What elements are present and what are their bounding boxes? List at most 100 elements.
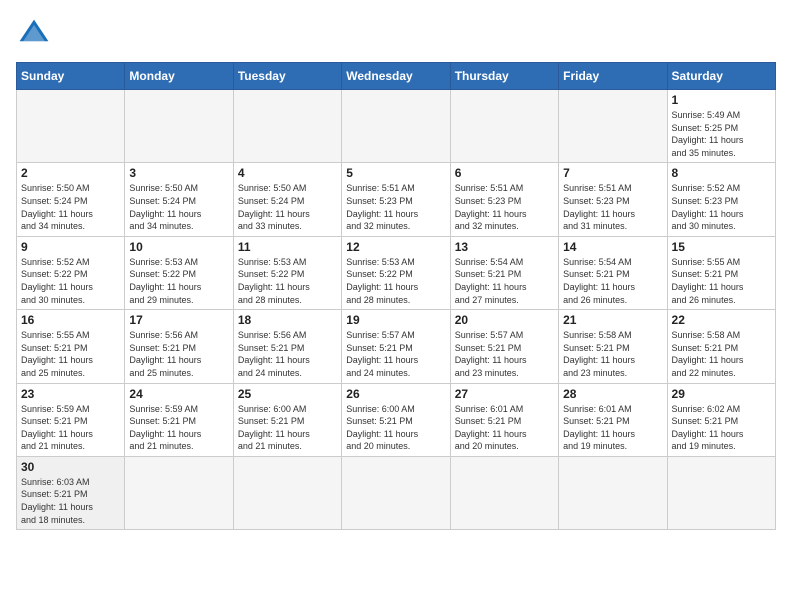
day-number: 15 — [672, 240, 771, 254]
calendar-day-cell — [125, 90, 233, 163]
day-number: 21 — [563, 313, 662, 327]
day-info: Sunrise: 5:51 AM Sunset: 5:23 PM Dayligh… — [455, 182, 554, 232]
calendar-day-cell: 9 Sunrise: 5:52 AM Sunset: 5:22 PM Daylig… — [17, 236, 125, 309]
calendar-day-cell: 7Sunrise: 5:51 AM Sunset: 5:23 PM Daylig… — [559, 163, 667, 236]
day-number: 16 — [21, 313, 120, 327]
day-info: Sunrise: 5:53 AM Sunset: 5:22 PM Dayligh… — [346, 256, 445, 306]
day-info: Sunrise: 5:58 AM Sunset: 5:21 PM Dayligh… — [672, 329, 771, 379]
day-number: 29 — [672, 387, 771, 401]
day-number: 5 — [346, 166, 445, 180]
day-number: 11 — [238, 240, 337, 254]
day-number: 8 — [672, 166, 771, 180]
day-info: Sunrise: 6:02 AM Sunset: 5:21 PM Dayligh… — [672, 403, 771, 453]
calendar-day-cell: 23 Sunrise: 5:59 AM Sunset: 5:21 PM Dayli… — [17, 383, 125, 456]
day-number: 23 — [21, 387, 120, 401]
day-number: 26 — [346, 387, 445, 401]
day-info: Sunrise: 5:51 AM Sunset: 5:23 PM Dayligh… — [563, 182, 662, 232]
day-info: Sunrise: 5:54 AM Sunset: 5:21 PM Dayligh… — [455, 256, 554, 306]
day-number: 9 — [21, 240, 120, 254]
day-number: 12 — [346, 240, 445, 254]
calendar-day-cell: 15 Sunrise: 5:55 AM Sunset: 5:21 PM Dayli… — [667, 236, 775, 309]
calendar-day-cell: 24Sunrise: 5:59 AM Sunset: 5:21 PM Dayli… — [125, 383, 233, 456]
day-info: Sunrise: 5:52 AM Sunset: 5:23 PM Dayligh… — [672, 182, 771, 232]
day-info: Sunrise: 5:50 AM Sunset: 5:24 PM Dayligh… — [238, 182, 337, 232]
day-number: 27 — [455, 387, 554, 401]
calendar-day-cell: 5 Sunrise: 5:51 AM Sunset: 5:23 PM Daylig… — [342, 163, 450, 236]
calendar-day-cell: 14Sunrise: 5:54 AM Sunset: 5:21 PM Dayli… — [559, 236, 667, 309]
day-number: 10 — [129, 240, 228, 254]
weekday-header: Saturday — [667, 63, 775, 90]
day-number: 20 — [455, 313, 554, 327]
calendar-day-cell — [233, 456, 341, 529]
calendar-day-cell: 2 Sunrise: 5:50 AM Sunset: 5:24 PM Daylig… — [17, 163, 125, 236]
calendar-day-cell: 4 Sunrise: 5:50 AM Sunset: 5:24 PM Daylig… — [233, 163, 341, 236]
day-info: Sunrise: 5:59 AM Sunset: 5:21 PM Dayligh… — [21, 403, 120, 453]
day-info: Sunrise: 5:52 AM Sunset: 5:22 PM Dayligh… — [21, 256, 120, 306]
day-info: Sunrise: 5:53 AM Sunset: 5:22 PM Dayligh… — [238, 256, 337, 306]
page-header — [16, 16, 776, 52]
calendar-day-cell: 10Sunrise: 5:53 AM Sunset: 5:22 PM Dayli… — [125, 236, 233, 309]
calendar-day-cell: 21Sunrise: 5:58 AM Sunset: 5:21 PM Dayli… — [559, 310, 667, 383]
day-info: Sunrise: 5:49 AM Sunset: 5:25 PM Dayligh… — [672, 109, 771, 159]
calendar-table: SundayMondayTuesdayWednesdayThursdayFrid… — [16, 62, 776, 530]
day-info: Sunrise: 5:56 AM Sunset: 5:21 PM Dayligh… — [238, 329, 337, 379]
calendar-day-cell: 13 Sunrise: 5:54 AM Sunset: 5:21 PM Dayli… — [450, 236, 558, 309]
day-info: Sunrise: 5:54 AM Sunset: 5:21 PM Dayligh… — [563, 256, 662, 306]
calendar-day-cell — [559, 456, 667, 529]
day-number: 22 — [672, 313, 771, 327]
day-info: Sunrise: 5:57 AM Sunset: 5:21 PM Dayligh… — [455, 329, 554, 379]
day-info: Sunrise: 6:01 AM Sunset: 5:21 PM Dayligh… — [563, 403, 662, 453]
calendar-day-cell — [450, 456, 558, 529]
weekday-header: Sunday — [17, 63, 125, 90]
weekday-header-row: SundayMondayTuesdayWednesdayThursdayFrid… — [17, 63, 776, 90]
calendar-week-row: 30Sunrise: 6:03 AM Sunset: 5:21 PM Dayli… — [17, 456, 776, 529]
logo — [16, 16, 56, 52]
weekday-header: Wednesday — [342, 63, 450, 90]
day-info: Sunrise: 5:50 AM Sunset: 5:24 PM Dayligh… — [21, 182, 120, 232]
calendar-day-cell: 20 Sunrise: 5:57 AM Sunset: 5:21 PM Dayli… — [450, 310, 558, 383]
calendar-day-cell: 30Sunrise: 6:03 AM Sunset: 5:21 PM Dayli… — [17, 456, 125, 529]
weekday-header: Monday — [125, 63, 233, 90]
day-info: Sunrise: 5:55 AM Sunset: 5:21 PM Dayligh… — [672, 256, 771, 306]
day-number: 19 — [346, 313, 445, 327]
calendar-week-row: 16Sunrise: 5:55 AM Sunset: 5:21 PM Dayli… — [17, 310, 776, 383]
calendar-day-cell: 27Sunrise: 6:01 AM Sunset: 5:21 PM Dayli… — [450, 383, 558, 456]
logo-icon — [16, 16, 52, 52]
weekday-header: Thursday — [450, 63, 558, 90]
day-info: Sunrise: 5:51 AM Sunset: 5:23 PM Dayligh… — [346, 182, 445, 232]
calendar-day-cell — [125, 456, 233, 529]
calendar-day-cell: 3 Sunrise: 5:50 AM Sunset: 5:24 PM Daylig… — [125, 163, 233, 236]
calendar-day-cell: 28Sunrise: 6:01 AM Sunset: 5:21 PM Dayli… — [559, 383, 667, 456]
calendar-day-cell: 8 Sunrise: 5:52 AM Sunset: 5:23 PM Daylig… — [667, 163, 775, 236]
day-info: Sunrise: 6:00 AM Sunset: 5:21 PM Dayligh… — [238, 403, 337, 453]
calendar-day-cell: 22 Sunrise: 5:58 AM Sunset: 5:21 PM Dayli… — [667, 310, 775, 383]
calendar-week-row: 1 Sunrise: 5:49 AM Sunset: 5:25 PM Daylig… — [17, 90, 776, 163]
calendar-day-cell: 18Sunrise: 5:56 AM Sunset: 5:21 PM Dayli… — [233, 310, 341, 383]
calendar-day-cell — [342, 90, 450, 163]
calendar-day-cell — [450, 90, 558, 163]
day-info: Sunrise: 5:59 AM Sunset: 5:21 PM Dayligh… — [129, 403, 228, 453]
day-info: Sunrise: 6:03 AM Sunset: 5:21 PM Dayligh… — [21, 476, 120, 526]
day-info: Sunrise: 5:50 AM Sunset: 5:24 PM Dayligh… — [129, 182, 228, 232]
day-number: 25 — [238, 387, 337, 401]
day-number: 3 — [129, 166, 228, 180]
day-number: 13 — [455, 240, 554, 254]
calendar-day-cell — [342, 456, 450, 529]
calendar-day-cell: 17 Sunrise: 5:56 AM Sunset: 5:21 PM Dayli… — [125, 310, 233, 383]
calendar-day-cell: 25 Sunrise: 6:00 AM Sunset: 5:21 PM Dayli… — [233, 383, 341, 456]
calendar-day-cell: 19 Sunrise: 5:57 AM Sunset: 5:21 PM Dayli… — [342, 310, 450, 383]
day-number: 1 — [672, 93, 771, 107]
day-number: 17 — [129, 313, 228, 327]
day-info: Sunrise: 5:57 AM Sunset: 5:21 PM Dayligh… — [346, 329, 445, 379]
calendar-week-row: 9 Sunrise: 5:52 AM Sunset: 5:22 PM Daylig… — [17, 236, 776, 309]
day-number: 2 — [21, 166, 120, 180]
day-info: Sunrise: 5:56 AM Sunset: 5:21 PM Dayligh… — [129, 329, 228, 379]
calendar-day-cell — [17, 90, 125, 163]
weekday-header: Tuesday — [233, 63, 341, 90]
calendar-day-cell: 11 Sunrise: 5:53 AM Sunset: 5:22 PM Dayli… — [233, 236, 341, 309]
calendar-day-cell: 1 Sunrise: 5:49 AM Sunset: 5:25 PM Daylig… — [667, 90, 775, 163]
day-info: Sunrise: 6:00 AM Sunset: 5:21 PM Dayligh… — [346, 403, 445, 453]
day-number: 4 — [238, 166, 337, 180]
calendar-day-cell — [667, 456, 775, 529]
calendar-day-cell: 16Sunrise: 5:55 AM Sunset: 5:21 PM Dayli… — [17, 310, 125, 383]
